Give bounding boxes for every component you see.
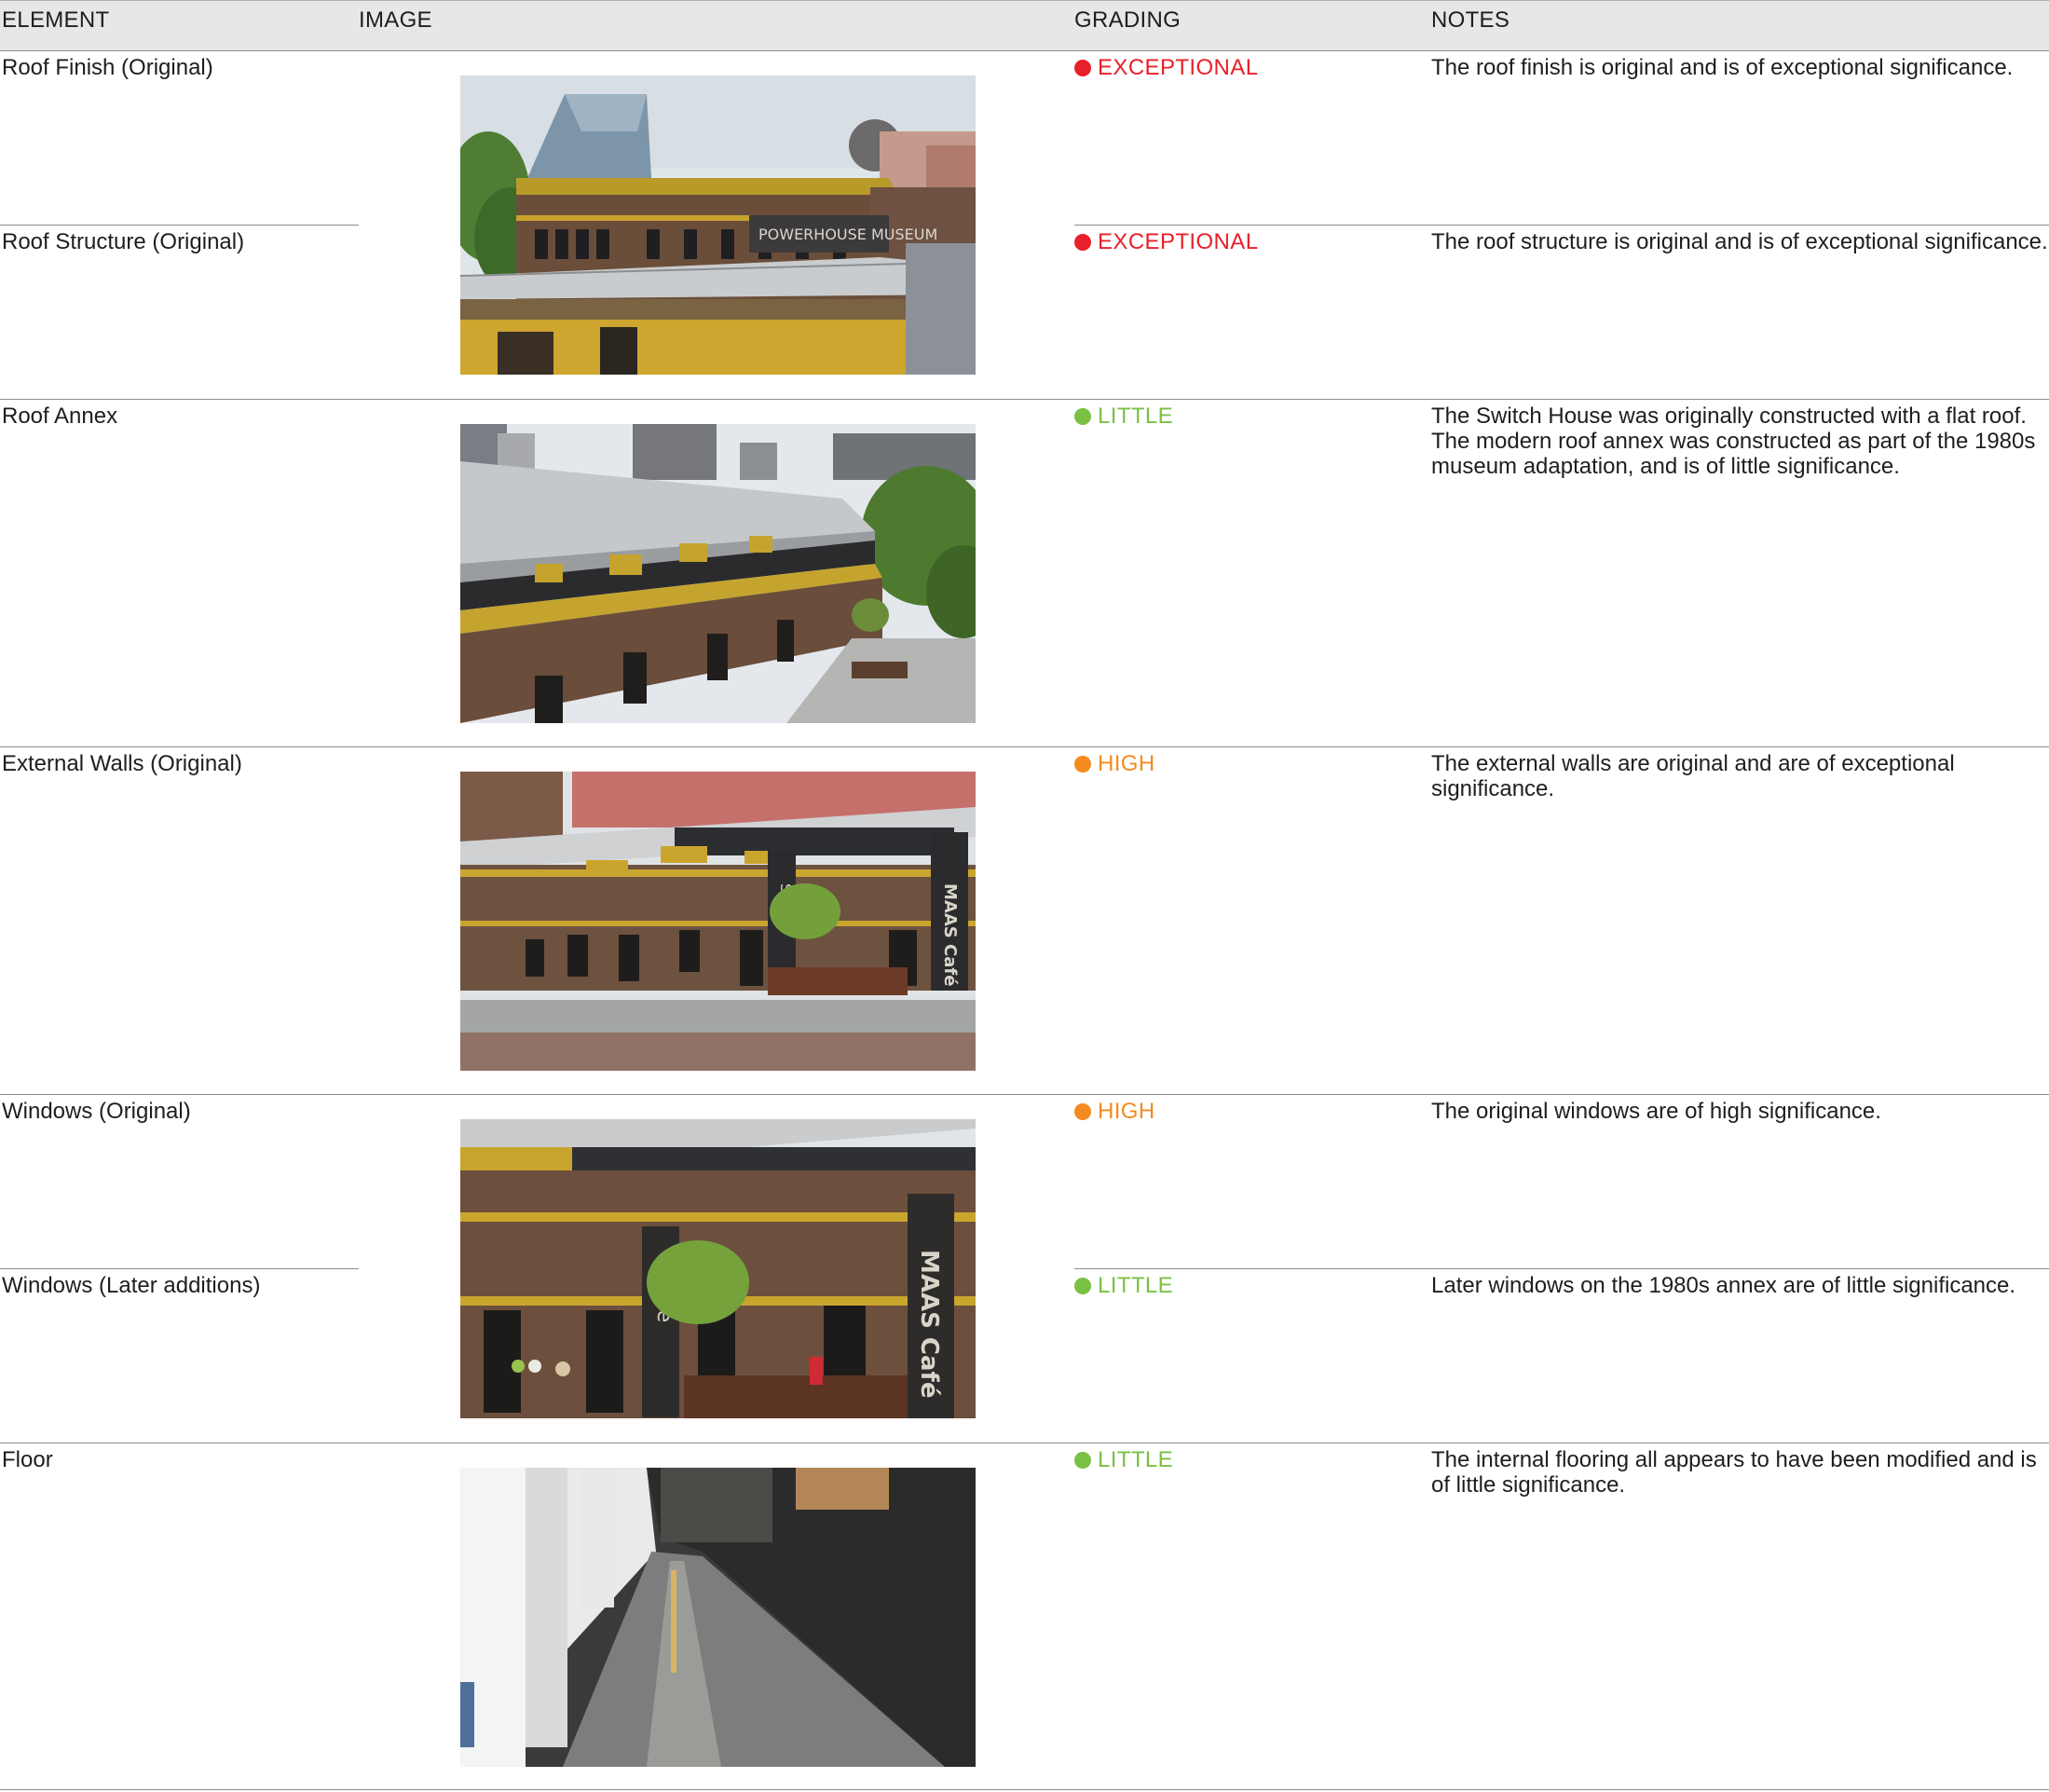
element-label: Windows (Original) — [2, 1099, 191, 1124]
element-label: Roof Structure (Original) — [2, 229, 245, 254]
notes-text: The external walls are original and are … — [1431, 751, 1955, 801]
grading-dot-icon — [1074, 756, 1091, 773]
row-divider — [0, 225, 359, 226]
notes-text: The roof structure is original and is of… — [1431, 229, 2048, 254]
grading-label: HIGH — [1098, 1099, 1155, 1124]
grading-dot-icon — [1074, 60, 1091, 76]
roof-finish-photo: POWERHOUSE MUSEUM — [460, 75, 976, 375]
notes-text: The roof finish is original and is of ex… — [1431, 55, 2014, 80]
grading-badge: EXCEPTIONAL — [1074, 229, 1258, 254]
row-divider — [0, 399, 2049, 400]
svg-text:POWERHOUSE MUSEUM: POWERHOUSE MUSEUM — [758, 226, 937, 243]
element-label: External Walls (Original) — [2, 751, 242, 776]
floor-photo — [460, 1468, 976, 1767]
grading-badge: HIGH — [1074, 1099, 1155, 1124]
row-divider — [1074, 1268, 2049, 1269]
element-label: Windows (Later additions) — [2, 1273, 261, 1298]
roof-annex-photo — [460, 424, 976, 723]
row-divider — [1074, 225, 2049, 226]
row-divider — [0, 1268, 359, 1269]
row-divider — [0, 1789, 2049, 1790]
header-bottom-rule — [0, 50, 2049, 51]
grading-badge: EXCEPTIONAL — [1074, 55, 1258, 80]
notes-text: The original windows are of high signifi… — [1431, 1099, 1881, 1124]
header-top-rule — [0, 0, 2049, 1]
svg-text:MAAS Café: MAAS Café — [915, 1250, 943, 1398]
header-grading: GRADING — [1074, 7, 1182, 33]
notes-text: The Switch House was originally construc… — [1431, 404, 2036, 479]
heritage-significance-table: ELEMENT IMAGE GRADING NOTES Roof Finish … — [0, 0, 2049, 1792]
grading-dot-icon — [1074, 234, 1091, 251]
grading-label: EXCEPTIONAL — [1098, 229, 1259, 254]
grading-dot-icon — [1074, 1278, 1091, 1294]
header-image: IMAGE — [359, 7, 432, 33]
grading-badge: LITTLE — [1074, 1447, 1173, 1472]
grading-badge: LITTLE — [1074, 1273, 1173, 1298]
grading-dot-icon — [1074, 1452, 1091, 1469]
windows-photo: Store MAAS Café — [460, 1119, 976, 1418]
grading-label: EXCEPTIONAL — [1098, 55, 1259, 80]
grading-label: HIGH — [1098, 751, 1155, 776]
grading-label: LITTLE — [1098, 1447, 1174, 1472]
element-label: Roof Finish (Original) — [2, 55, 213, 80]
grading-label: LITTLE — [1098, 1273, 1174, 1298]
grading-badge: LITTLE — [1074, 404, 1173, 429]
header-element: ELEMENT — [2, 7, 110, 33]
element-label: Floor — [2, 1447, 53, 1472]
svg-text:MAAS Café: MAAS Café — [940, 883, 960, 986]
header-notes: NOTES — [1431, 7, 1510, 33]
external-walls-photo: Store MAAS Café — [460, 772, 976, 1071]
notes-text: Later windows on the 1980s annex are of … — [1431, 1273, 2016, 1298]
grading-dot-icon — [1074, 408, 1091, 425]
grading-label: LITTLE — [1098, 404, 1174, 429]
notes-text: The internal flooring all appears to hav… — [1431, 1447, 2037, 1498]
grading-badge: HIGH — [1074, 751, 1155, 776]
row-divider — [0, 746, 2049, 747]
row-divider — [0, 1094, 2049, 1095]
table-header — [0, 0, 2049, 50]
element-label: Roof Annex — [2, 404, 118, 429]
grading-dot-icon — [1074, 1103, 1091, 1120]
